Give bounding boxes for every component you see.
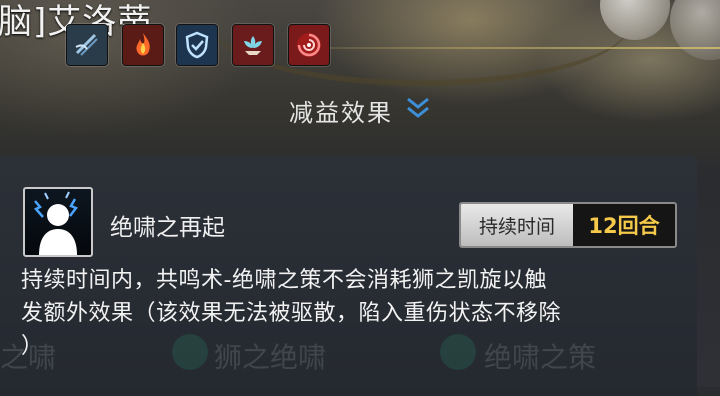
effect-name: 绝啸之再起 (110, 215, 225, 241)
effect-description: 持续时间内，共鸣术-绝啸之策不会消耗狮之凯旋以触 发额外效果（该效果无法被驱散，… (21, 264, 681, 363)
header-divider (330, 47, 720, 49)
flame-icon[interactable] (122, 24, 164, 66)
duration-label: 持续时间 (461, 204, 573, 246)
duration-badge: 持续时间 12回合 (459, 202, 677, 248)
red-swirl-icon[interactable] (288, 24, 330, 66)
chevron-down-icon[interactable] (405, 96, 431, 124)
debuff-section-title: 减益效果 (289, 98, 393, 127)
description-line-1: 持续时间内，共鸣术-绝啸之策不会消耗狮之凯旋以触 (21, 268, 547, 293)
debuff-section-header[interactable]: 减益效果 (0, 82, 720, 138)
wind-slash-icon[interactable] (66, 24, 108, 66)
description-line-2: 发额外效果（该效果无法被驱散，陷入重伤状态不移除 (21, 301, 562, 326)
duration-value: 12回合 (573, 204, 675, 246)
lotus-icon[interactable] (232, 24, 274, 66)
shield-check-icon[interactable] (176, 24, 218, 66)
description-line-3: ） (21, 334, 44, 359)
effect-portrait-icon (23, 187, 93, 257)
